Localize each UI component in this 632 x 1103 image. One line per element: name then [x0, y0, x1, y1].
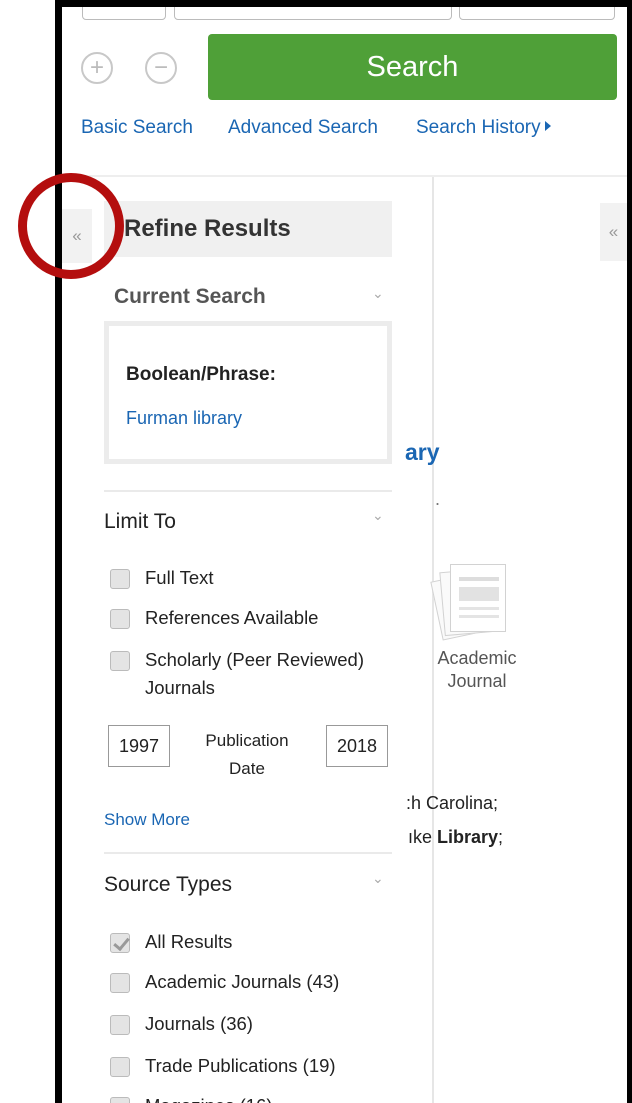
result-text-fragment-1: :h Carolina;: [406, 793, 499, 813]
search-fields-row: [62, 7, 627, 21]
search-input[interactable]: [174, 7, 452, 20]
caret-right-icon: [544, 121, 551, 131]
current-search-title[interactable]: Current Search: [114, 285, 266, 309]
checkbox[interactable]: [110, 1097, 130, 1103]
checkbox[interactable]: [110, 569, 130, 589]
current-search-box: Boolean/Phrase: Furman library: [104, 321, 392, 464]
academic-journal-icon: [430, 562, 509, 642]
add-row-button[interactable]: +: [81, 52, 113, 84]
checkbox[interactable]: [110, 1057, 130, 1077]
field-select-2[interactable]: [459, 7, 615, 20]
refine-results-label: Refine Results: [124, 215, 291, 242]
page-viewport: + − Search Basic Search Advanced Search …: [62, 7, 627, 1103]
checkbox-checked[interactable]: [110, 933, 130, 953]
field-select[interactable]: [82, 7, 166, 20]
basic-search-link[interactable]: Basic Search: [81, 117, 193, 139]
double-chevron-left-icon: «: [608, 222, 619, 241]
screenshot-frame-left: [0, 0, 62, 1103]
result-text-fragment-2: ıke Library;: [408, 827, 504, 847]
checkbox[interactable]: [110, 1015, 130, 1035]
search-button[interactable]: Search: [208, 34, 617, 100]
chevron-down-icon[interactable]: ⌄: [372, 507, 384, 524]
annotation-highlight-circle: [18, 173, 124, 279]
result-meta-fragment: .: [435, 489, 441, 509]
show-more-link[interactable]: Show More: [104, 810, 190, 830]
publication-date-label: Publication Date: [205, 731, 289, 778]
limit-to-title[interactable]: Limit To: [104, 510, 176, 534]
section-divider: [104, 852, 392, 854]
boolean-phrase-label: Boolean/Phrase:: [126, 364, 276, 385]
current-query-link[interactable]: Furman library: [126, 408, 242, 429]
checkbox[interactable]: [110, 973, 130, 993]
result-title-fragment[interactable]: ary: [405, 439, 440, 466]
source-types-title[interactable]: Source Types: [104, 873, 232, 897]
doc-type-label: Academic Journal: [437, 648, 517, 691]
refine-results-title: Refine Results: [104, 201, 392, 257]
checkbox[interactable]: [110, 651, 130, 671]
screenshot-frame-top: [55, 0, 632, 7]
plus-icon: +: [89, 54, 104, 81]
section-divider: [104, 490, 392, 492]
checkbox[interactable]: [110, 609, 130, 629]
remove-row-button[interactable]: −: [145, 52, 177, 84]
chevron-down-icon[interactable]: ⌄: [372, 870, 384, 887]
pub-date-to-input[interactable]: 2018: [326, 725, 388, 767]
pub-date-from-input[interactable]: 1997: [108, 725, 170, 767]
advanced-search-link[interactable]: Advanced Search: [228, 117, 378, 139]
minus-icon: −: [153, 54, 168, 81]
header-divider: [62, 175, 627, 177]
collapse-right-panel-button[interactable]: «: [600, 203, 627, 261]
screenshot-frame-right: [627, 0, 632, 1103]
search-history-link[interactable]: Search History: [416, 117, 551, 139]
chevron-down-icon[interactable]: ⌄: [372, 285, 384, 302]
